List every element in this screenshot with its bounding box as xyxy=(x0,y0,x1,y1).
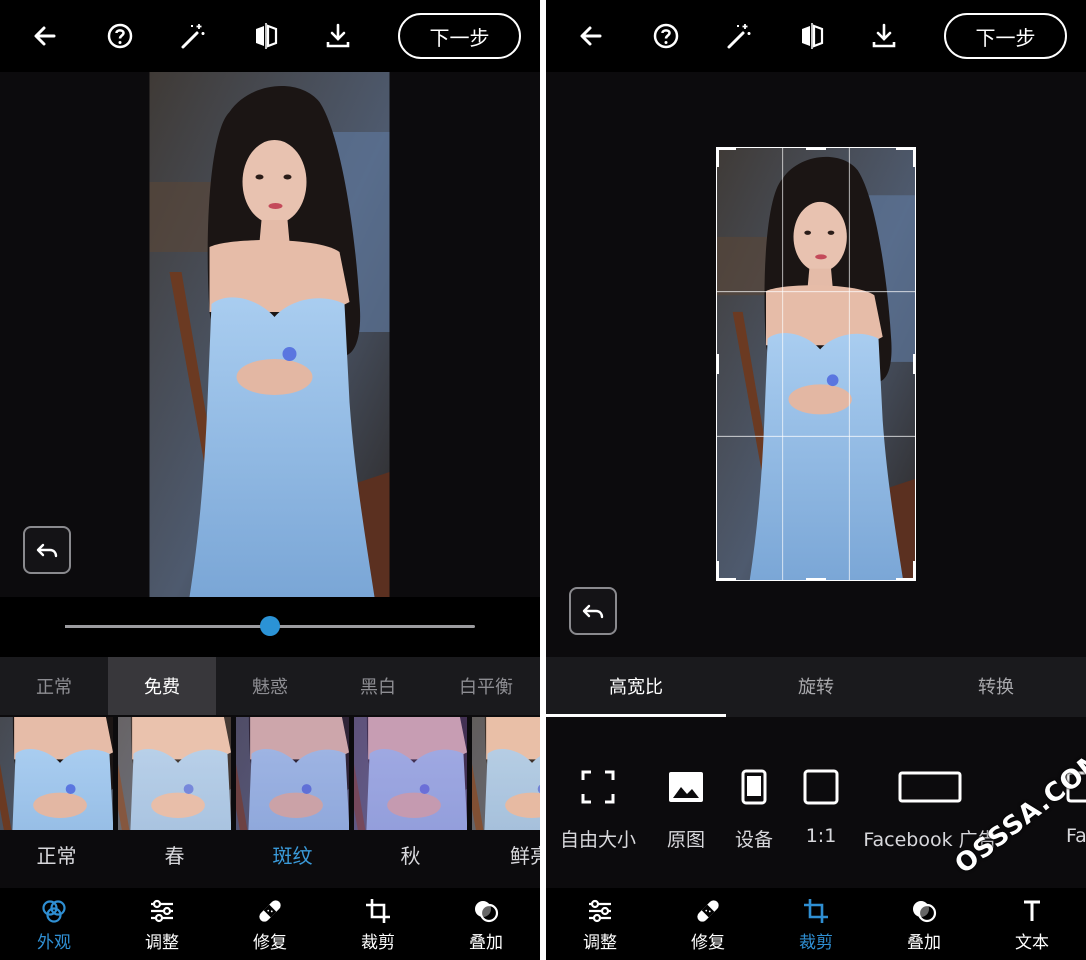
nav-label: 调整 xyxy=(145,933,179,953)
nav-item-bandage[interactable]: 修复 xyxy=(654,888,762,960)
sliders-icon xyxy=(151,899,173,923)
crop-mode-tab[interactable]: 转换 xyxy=(906,657,1086,715)
preset-label[interactable]: 春 xyxy=(118,830,231,878)
free-size-icon xyxy=(580,735,616,805)
top-toolbar: 下一步 xyxy=(546,0,1086,72)
next-step-button[interactable]: 下一步 xyxy=(398,13,521,59)
download-icon[interactable] xyxy=(865,17,903,55)
preset-label[interactable]: 鲜亮 xyxy=(472,830,540,878)
compare-icon[interactable] xyxy=(793,17,831,55)
preset-label[interactable]: 斑纹 xyxy=(236,830,349,878)
crop-mode-tabs: 高宽比 旋转 转换 xyxy=(546,657,1086,717)
looks-editor-screen: 下一步 正常免费魅惑黑白白平衡 正常春斑纹秋鲜亮 外观调整修复裁剪叠加 xyxy=(0,0,540,960)
crop-frame[interactable] xyxy=(716,147,916,581)
nav-label: 外观 xyxy=(37,933,71,953)
preset-thumbnail[interactable] xyxy=(0,717,113,830)
magic-wand-icon[interactable] xyxy=(174,17,212,55)
sliders-icon xyxy=(589,899,611,923)
undo-button[interactable] xyxy=(569,587,617,635)
crop-photo xyxy=(716,147,916,581)
top-toolbar: 下一步 xyxy=(0,0,540,72)
nav-label: 裁剪 xyxy=(799,933,833,953)
undo-button[interactable] xyxy=(23,526,71,574)
nav-label: 修复 xyxy=(691,933,725,953)
preset-thumbnail[interactable] xyxy=(236,717,349,830)
bottom-navigation: 外观 调整 修复 裁剪 叠加 xyxy=(0,888,540,960)
back-arrow-icon[interactable] xyxy=(572,17,610,55)
preset-labels: 正常春斑纹秋鲜亮 xyxy=(0,830,540,888)
crop-mode-tab[interactable]: 高宽比 xyxy=(546,657,726,715)
nav-item-sliders[interactable]: 调整 xyxy=(108,888,216,960)
nav-label: 调整 xyxy=(583,933,617,953)
looks-category-tabs: 正常 免费 魅惑 黑白 白平衡 xyxy=(0,657,540,715)
aspect-ratio-label: Facebo xyxy=(1066,825,1086,847)
text-icon xyxy=(1024,900,1040,921)
category-tab[interactable]: 魅惑 xyxy=(216,657,324,715)
back-arrow-icon[interactable] xyxy=(26,17,64,55)
nav-label: 修复 xyxy=(253,933,287,953)
preset-thumbnail[interactable] xyxy=(354,717,467,830)
nav-item-bandage[interactable]: 修复 xyxy=(216,888,324,960)
bandage-icon xyxy=(259,900,281,922)
preset-thumbnail[interactable] xyxy=(118,717,231,830)
preset-thumbnail[interactable] xyxy=(472,717,540,830)
category-tab[interactable]: 免费 xyxy=(108,657,216,715)
nav-item-crop[interactable]: 裁剪 xyxy=(324,888,432,960)
nav-item-looks[interactable]: 外观 xyxy=(0,888,108,960)
preset-thumbnails xyxy=(0,715,540,830)
category-tab[interactable]: 正常 xyxy=(0,657,108,715)
next-step-button[interactable]: 下一步 xyxy=(944,13,1067,59)
nav-label: 文本 xyxy=(1015,933,1049,953)
compare-icon[interactable] xyxy=(247,17,285,55)
intensity-slider-knob[interactable] xyxy=(260,616,280,636)
crop-icon xyxy=(366,899,390,923)
nav-item-overlay[interactable]: 叠加 xyxy=(432,888,540,960)
help-icon[interactable] xyxy=(647,17,685,55)
undo-icon xyxy=(36,543,58,558)
nav-label: 叠加 xyxy=(907,933,941,953)
aspect-ratio-label: 1:1 xyxy=(805,825,837,847)
help-icon[interactable] xyxy=(101,17,139,55)
nav-label: 裁剪 xyxy=(361,933,395,953)
nav-item-text[interactable]: 文本 xyxy=(978,888,1086,960)
looks-icon xyxy=(42,900,66,923)
preset-label[interactable]: 秋 xyxy=(354,830,467,878)
nav-item-crop[interactable]: 裁剪 xyxy=(762,888,870,960)
download-icon[interactable] xyxy=(319,17,357,55)
nav-label: 叠加 xyxy=(469,933,503,953)
overlay-icon xyxy=(475,901,499,923)
edited-photo xyxy=(149,72,390,597)
aspect-ratio-options: 自由大小原图设备1:1Facebook 广告Facebo xyxy=(546,717,1086,888)
square-icon xyxy=(803,735,839,805)
category-tab[interactable]: 黑白 xyxy=(324,657,432,715)
magic-wand-icon[interactable] xyxy=(720,17,758,55)
crop-icon xyxy=(804,899,828,923)
facebook-ad-icon xyxy=(898,735,962,805)
nav-item-overlay[interactable]: 叠加 xyxy=(870,888,978,960)
preset-label[interactable]: 正常 xyxy=(0,830,113,878)
undo-icon xyxy=(582,604,604,619)
intensity-slider-area xyxy=(0,597,540,657)
bandage-icon xyxy=(697,900,719,922)
nav-item-sliders[interactable]: 调整 xyxy=(546,888,654,960)
crop-mode-tab[interactable]: 旋转 xyxy=(726,657,906,715)
bottom-navigation: 调整 修复 裁剪 叠加 文本 xyxy=(546,888,1086,960)
overlay-icon xyxy=(913,901,937,923)
category-tab[interactable]: 白平衡 xyxy=(432,657,540,715)
